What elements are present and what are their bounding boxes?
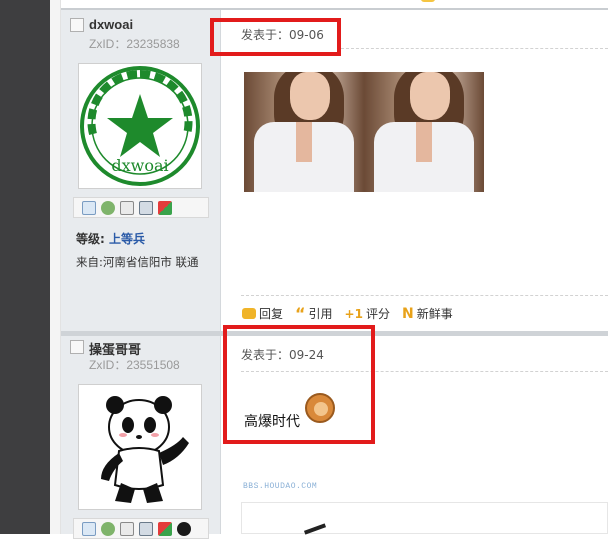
rate-button[interactable]: +1 评分 <box>345 305 390 322</box>
author-zxid: ZxID：23235838 <box>89 37 180 51</box>
reply-icon <box>242 308 256 319</box>
rate-icon: +1 <box>344 306 363 321</box>
highlight-box <box>210 18 341 56</box>
avatar[interactable]: dxwoai <box>78 63 202 189</box>
gift-icon[interactable] <box>158 521 172 536</box>
profile-card-icon[interactable] <box>139 521 153 536</box>
news-button[interactable]: N 新鲜事 <box>402 305 453 322</box>
previous-post-bottom <box>61 0 608 10</box>
gift-icon[interactable] <box>158 200 172 215</box>
author-zxid: ZxID：23551508 <box>89 358 180 372</box>
news-label: 新鲜事 <box>416 307 453 321</box>
panda-drawing-icon <box>101 396 189 503</box>
avatar[interactable] <box>78 384 202 510</box>
reply-button[interactable]: 回复 <box>242 305 283 322</box>
level-row: 等级: 上等兵 <box>76 230 145 247</box>
search-posts-icon[interactable] <box>120 200 134 215</box>
quote-button[interactable]: “ 引用 <box>295 305 333 322</box>
image-watermark: BBS.HOUDAO.COM <box>243 482 318 491</box>
author-action-bar <box>73 197 209 218</box>
author-name[interactable]: dxwoai <box>89 17 133 32</box>
emoticon-partial-icon <box>421 0 435 2</box>
add-friend-icon[interactable] <box>101 521 115 536</box>
post-actions: 回复 “ 引用 +1 评分 N 新鲜事 <box>242 305 453 322</box>
location-text: 来自:河南省信阳市 联通 <box>76 255 199 269</box>
profile-card-icon[interactable] <box>139 200 153 215</box>
news-icon: N <box>401 305 414 322</box>
post-footer-divider <box>241 295 608 296</box>
highlight-box <box>223 325 375 444</box>
author-action-bar <box>73 518 209 539</box>
level-label: 等级: <box>76 232 105 246</box>
add-friend-icon[interactable] <box>101 200 115 215</box>
image-fragment <box>303 523 327 535</box>
level-value[interactable]: 上等兵 <box>109 232 145 246</box>
quote-label: 引用 <box>308 307 333 321</box>
user-status-icon <box>70 340 84 354</box>
post-image-3[interactable] <box>241 502 608 535</box>
quote-icon: “ <box>295 303 306 323</box>
qq-icon[interactable] <box>177 521 191 536</box>
post-image-2[interactable] <box>364 72 484 192</box>
reply-label: 回复 <box>259 307 284 321</box>
rate-label: 评分 <box>365 307 390 321</box>
avatar-caption: dxwoai <box>111 156 169 175</box>
message-icon[interactable] <box>82 200 96 215</box>
search-posts-icon[interactable] <box>120 521 134 536</box>
post-header-divider <box>341 48 608 49</box>
message-icon[interactable] <box>82 521 96 536</box>
left-dark-bar <box>0 0 50 534</box>
post-image-1[interactable] <box>244 72 364 192</box>
left-gutter <box>50 0 61 534</box>
user-status-icon <box>70 18 84 32</box>
